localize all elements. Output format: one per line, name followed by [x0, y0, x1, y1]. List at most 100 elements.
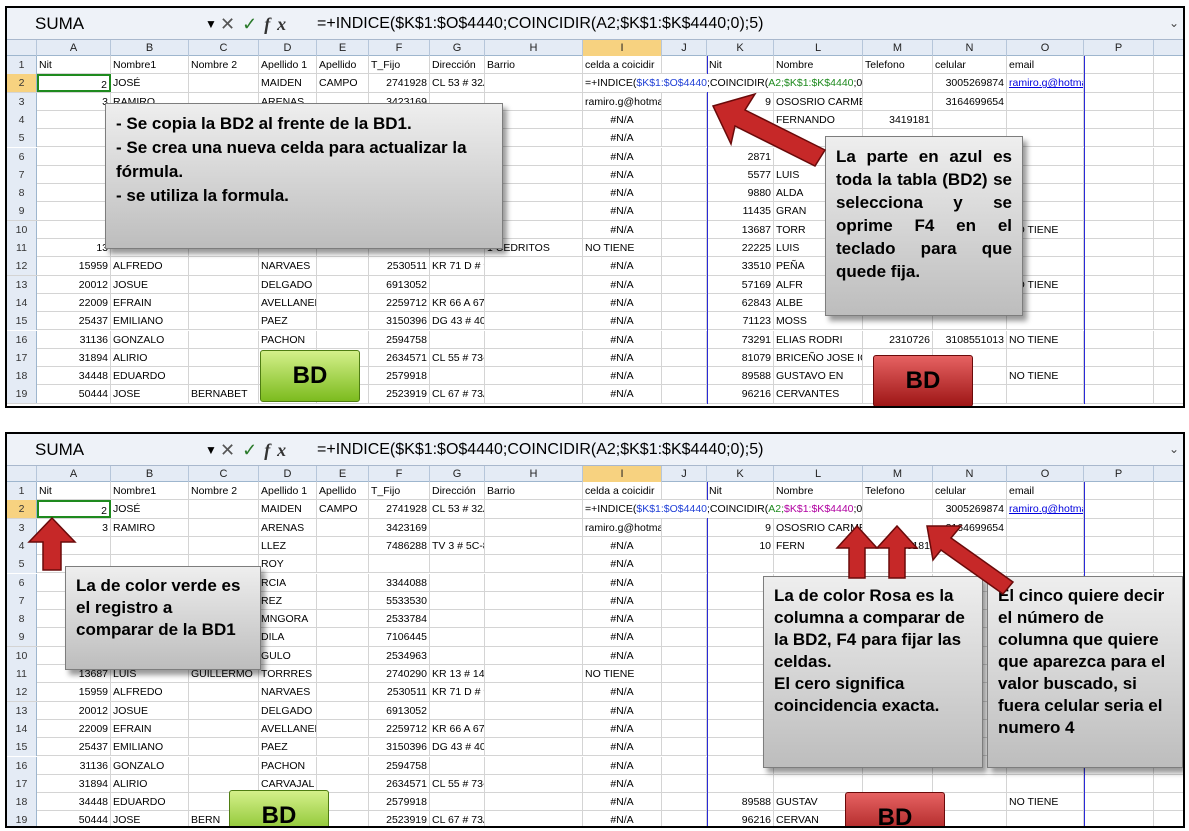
cell[interactable] [662, 147, 707, 166]
cell[interactable]: EFRAIN [111, 293, 189, 312]
cell[interactable] [430, 701, 485, 720]
row-number[interactable]: 18 [7, 793, 37, 812]
cell[interactable]: 22009 [37, 719, 111, 738]
row-number[interactable]: 7 [7, 591, 37, 610]
cell[interactable] [662, 793, 707, 812]
row-number[interactable]: 19 [7, 385, 37, 404]
cell[interactable]: #N/A [583, 536, 662, 555]
cell[interactable]: email [1007, 482, 1084, 500]
cell[interactable] [189, 367, 259, 386]
cell[interactable]: NARVAES [259, 257, 317, 276]
cell[interactable]: #N/A [583, 774, 662, 793]
cell[interactable] [662, 610, 707, 629]
cell[interactable] [189, 719, 259, 738]
cell[interactable]: TV 3 # 5C-86 [430, 536, 485, 555]
cell[interactable] [662, 683, 707, 702]
cell[interactable]: #N/A [583, 793, 662, 812]
cell[interactable]: 96216 [707, 385, 774, 404]
cell[interactable] [189, 756, 259, 775]
cell[interactable] [485, 683, 583, 702]
cell[interactable]: PAEZ [259, 738, 317, 757]
row-number[interactable]: 17 [7, 348, 37, 367]
cell[interactable]: 3108551013 [933, 330, 1007, 349]
cell[interactable]: 31136 [37, 330, 111, 349]
cell[interactable] [317, 275, 369, 294]
cell[interactable] [189, 275, 259, 294]
cell[interactable] [430, 555, 485, 574]
cell[interactable]: NARVAES [259, 683, 317, 702]
cell[interactable] [1084, 385, 1154, 404]
cell[interactable]: #N/A [583, 312, 662, 331]
cell[interactable] [317, 591, 369, 610]
cell[interactable]: Nombre1 [111, 56, 189, 74]
row-number[interactable]: 10 [7, 220, 37, 239]
cell[interactable]: KR 71 D # 97-A-59 APRT 602 [430, 683, 485, 702]
cell[interactable]: 20012 [37, 701, 111, 720]
cell[interactable]: 34448 [37, 367, 111, 386]
cell[interactable] [662, 257, 707, 276]
formula-input[interactable]: =+INDICE($K$1:$O$4440;COINCIDIR(A2;$K$1:… [317, 12, 1157, 36]
cell[interactable]: celda a coicidir [583, 56, 662, 74]
column-header[interactable]: N [933, 466, 1007, 482]
cell[interactable] [37, 129, 111, 148]
cell[interactable] [662, 129, 707, 148]
column-header[interactable]: C [189, 466, 259, 482]
column-header[interactable]: O [1007, 466, 1084, 482]
cell[interactable] [662, 110, 707, 129]
row-number[interactable]: 11 [7, 665, 37, 683]
cell[interactable]: ramiro.g@hotmail.com [1007, 74, 1084, 93]
cell[interactable] [485, 628, 583, 647]
cell[interactable] [1007, 774, 1084, 793]
cell[interactable] [1084, 811, 1154, 826]
cell[interactable] [933, 110, 1007, 129]
cell[interactable] [485, 257, 583, 276]
cell[interactable] [430, 330, 485, 349]
cell[interactable] [1084, 330, 1154, 349]
cell[interactable] [1084, 275, 1154, 294]
cell[interactable]: GULO [259, 646, 317, 665]
cell[interactable]: RCIA [259, 573, 317, 592]
cell[interactable] [1084, 500, 1154, 519]
row-number[interactable]: 13 [7, 701, 37, 720]
cell[interactable]: #N/A [583, 129, 662, 148]
cell[interactable] [662, 482, 707, 500]
cell[interactable] [317, 665, 369, 683]
cell[interactable]: Nit [707, 482, 774, 500]
cell[interactable] [662, 518, 707, 537]
cell[interactable]: #N/A [583, 202, 662, 221]
cell[interactable]: CL 67 # 73A-78 BRR BOYACA [430, 811, 485, 826]
row-number[interactable]: 7 [7, 165, 37, 184]
cell[interactable] [189, 330, 259, 349]
select-all-corner[interactable] [7, 40, 37, 56]
cell[interactable] [111, 536, 189, 555]
column-header[interactable]: M [863, 40, 933, 56]
column-header[interactable]: A [37, 466, 111, 482]
cell[interactable]: T_Fijo [369, 56, 430, 74]
cell[interactable] [1084, 92, 1154, 111]
cell[interactable]: ramiro.g@hotmail.com [583, 92, 662, 111]
cell[interactable]: NO TIENE [1007, 367, 1084, 386]
row-number[interactable]: 11 [7, 239, 37, 257]
cell[interactable] [485, 756, 583, 775]
cell[interactable]: ramiro.g@hotmail.com [583, 518, 662, 537]
column-header[interactable]: J [662, 40, 707, 56]
row-number[interactable]: 18 [7, 367, 37, 386]
row-number[interactable]: 1 [7, 482, 37, 500]
cell[interactable]: 31894 [37, 774, 111, 793]
cell[interactable] [485, 518, 583, 537]
cell[interactable] [189, 348, 259, 367]
cell[interactable]: KR 66 A 67-D-50 [430, 719, 485, 738]
cell[interactable]: RAMIRO [111, 518, 189, 537]
cell[interactable] [662, 239, 707, 257]
cell[interactable]: Dirección [430, 482, 485, 500]
cell[interactable]: BRICEÑO JOSE IGNACIO [774, 348, 863, 367]
cell[interactable]: KR 66 A 67-D-50 [430, 293, 485, 312]
cell[interactable] [662, 202, 707, 221]
cell[interactable] [430, 610, 485, 629]
cell[interactable] [317, 257, 369, 276]
cell[interactable] [662, 348, 707, 367]
cell[interactable]: celda a coicidir [583, 482, 662, 500]
cell[interactable]: CL 53 # 32A-22 BRR NIREÑA [430, 74, 485, 93]
cell[interactable] [485, 774, 583, 793]
cell[interactable]: 25437 [37, 312, 111, 331]
